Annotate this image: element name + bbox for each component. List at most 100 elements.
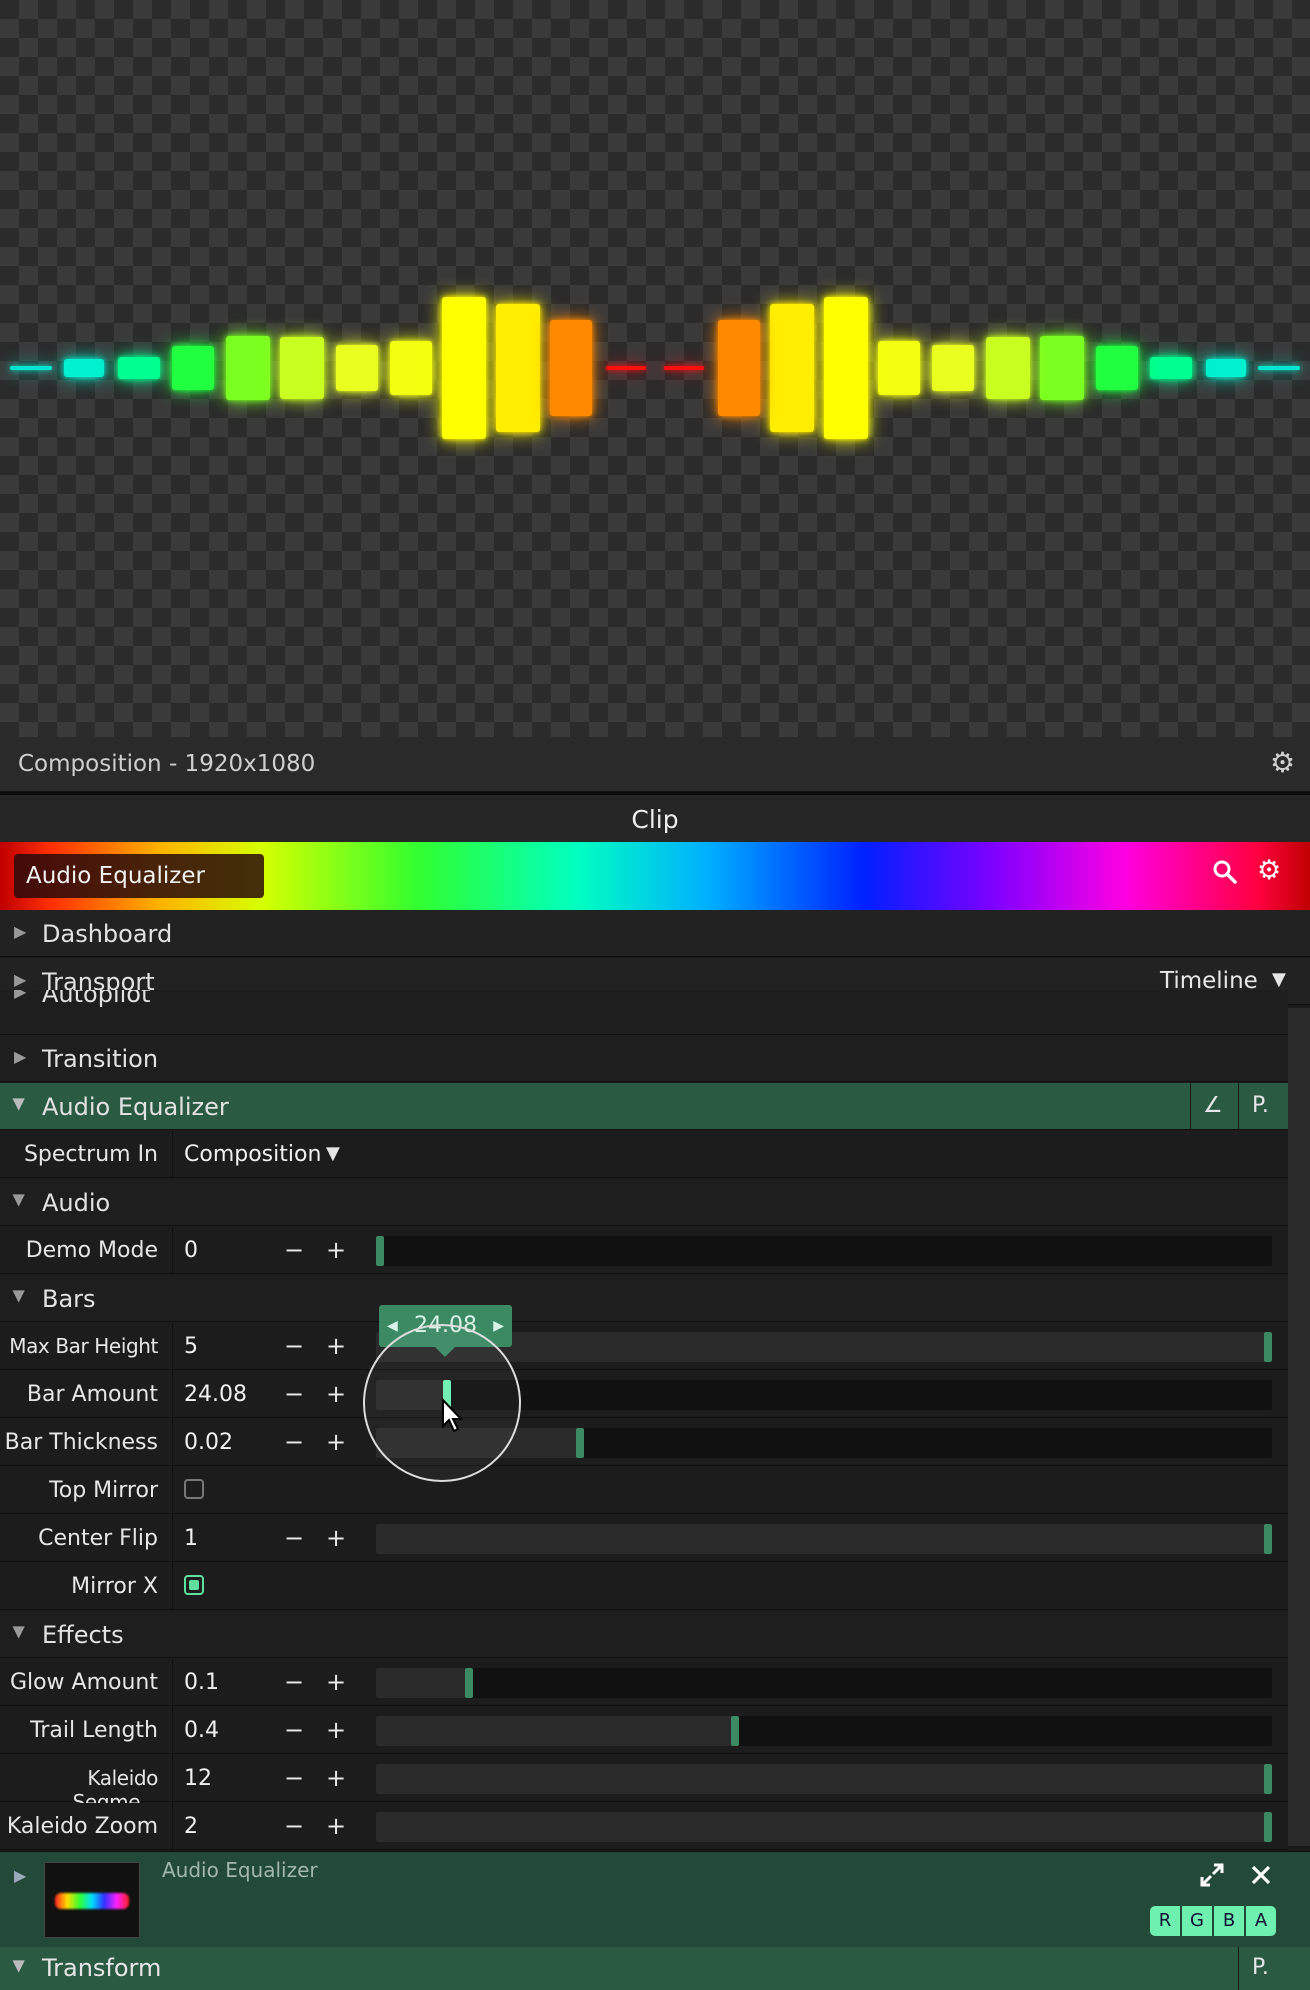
param-demo-mode: Demo Mode 0 − + [0,1227,1288,1274]
param-label: Bar Thickness [4,1430,158,1455]
expand-arrow-icon: ▶ [14,970,27,989]
param-slider[interactable] [376,1764,1272,1794]
clip-name-field[interactable]: Audio Equalizer [14,854,264,898]
decrement-button[interactable]: − [284,1668,304,1696]
spectrum-in-dropdown[interactable]: Composition [184,1142,321,1167]
param-value-input[interactable]: 0.4 [184,1718,219,1743]
search-icon[interactable] [1212,859,1238,892]
decrement-button[interactable]: − [284,1524,304,1552]
equalizer-bar [664,366,704,370]
section-dashboard[interactable]: ▶ Dashboard [0,910,1310,957]
slider-handle[interactable] [1264,1812,1272,1842]
param-value-input[interactable]: 5 [184,1334,198,1359]
composition-header: Composition - 1920x1080 ⚙ [0,737,1310,792]
param-value-input[interactable]: 0.1 [184,1670,219,1695]
increment-button[interactable]: + [326,1236,346,1264]
group-audio[interactable]: ▶ Audio [0,1179,1288,1226]
param-label: Max Bar Height [9,1334,158,1358]
decrement-button[interactable]: − [284,1332,304,1360]
decrement-button[interactable]: − [284,1812,304,1840]
param-slider[interactable] [376,1716,1272,1746]
composition-preview [0,0,1310,737]
separator [172,1371,173,1417]
param-label: Bar Amount [26,1382,158,1407]
decrement-button[interactable]: − [284,1380,304,1408]
param-slider[interactable] [376,1524,1272,1554]
increment-button[interactable]: + [326,1716,346,1744]
increment-button[interactable]: + [326,1812,346,1840]
chevron-down-icon[interactable]: ▼ [1272,969,1286,990]
slider-handle[interactable] [1264,1764,1272,1794]
increment-button[interactable]: + [326,1668,346,1696]
decrement-button[interactable]: − [284,1236,304,1264]
section-label: Autopilot [42,990,151,1008]
slider-handle[interactable] [376,1236,384,1266]
param-label: Kaleido Zoom [6,1814,158,1839]
clip-title: Clip [631,805,679,834]
separator [172,1707,173,1753]
preset-button[interactable]: P. [1252,1955,1269,1980]
chevron-down-icon[interactable]: ▼ [326,1143,340,1164]
equalizer-bar [496,304,540,432]
channel-r-toggle[interactable]: R [1150,1906,1180,1936]
expand-icon[interactable] [1199,1862,1225,1892]
param-trail-length: Trail Length 0.4 − + [0,1707,1288,1754]
slider-handle[interactable] [465,1668,473,1698]
equalizer-bar [64,359,104,377]
slider-handle[interactable] [1264,1524,1272,1554]
param-slider[interactable] [376,1668,1272,1698]
param-value-input[interactable]: 2 [184,1814,198,1839]
top-mirror-checkbox[interactable] [184,1479,204,1499]
decrement-button[interactable]: − [284,1716,304,1744]
increment-button[interactable]: + [326,1428,346,1456]
separator [172,1467,173,1513]
param-value-input[interactable]: 1 [184,1526,198,1551]
close-icon[interactable] [1248,1862,1274,1892]
param-value-input[interactable]: 12 [184,1766,212,1791]
equalizer-bar [390,341,432,395]
increment-button[interactable]: + [326,1764,346,1792]
section-transform[interactable]: ▶ Transform P. [0,1947,1310,1990]
param-label: Glow Amount [9,1670,158,1695]
param-spectrum-in: Spectrum In Composition ▼ [0,1131,1288,1178]
group-label: Effects [42,1621,124,1649]
param-value-input[interactable]: 0 [184,1238,198,1263]
layer-name: Audio Equalizer [162,1858,318,1882]
mirror-x-checkbox[interactable] [184,1575,204,1595]
group-bars[interactable]: ▶ Bars [0,1275,1288,1322]
param-slider[interactable] [376,1812,1272,1842]
section-transition[interactable]: ▶ Transition [0,1035,1288,1082]
edit-icon[interactable]: ∠ [1203,1093,1223,1118]
gear-icon[interactable]: ⚙ [1257,855,1281,886]
equalizer-bar [550,320,592,416]
param-kaleido-zoom: Kaleido Zoom 2 − + [0,1803,1288,1850]
slider-handle[interactable] [1264,1332,1272,1362]
channel-b-toggle[interactable]: B [1214,1906,1244,1936]
param-slider[interactable] [376,1236,1272,1266]
param-value-input[interactable]: 24.08 [184,1382,247,1407]
param-value-input[interactable]: 0.02 [184,1430,233,1455]
decrement-button[interactable]: − [284,1764,304,1792]
increment-button[interactable]: + [326,1380,346,1408]
increment-button[interactable]: + [326,1332,346,1360]
section-autopilot[interactable]: ▶ Autopilot [0,990,1288,1035]
scrollbar[interactable] [1288,1008,1310,1846]
channel-a-toggle[interactable]: A [1246,1906,1276,1936]
slider-handle[interactable] [576,1428,584,1458]
effect-header[interactable]: ▶ Audio Equalizer ∠ P. [0,1083,1288,1130]
increment-button[interactable]: + [326,1524,346,1552]
preset-button[interactable]: P. [1252,1093,1269,1118]
separator [172,1515,173,1561]
group-effects[interactable]: ▶ Effects [0,1611,1288,1658]
layer-thumbnail[interactable] [44,1862,140,1938]
equalizer-bar [932,345,974,391]
channel-g-toggle[interactable]: G [1182,1906,1212,1936]
decrement-button[interactable]: − [284,1428,304,1456]
expand-arrow-icon[interactable]: ▶ [14,1866,26,1885]
composition-title: Composition - 1920x1080 [18,751,316,777]
equalizer-bar [226,336,270,400]
slider-handle[interactable] [731,1716,739,1746]
gear-icon[interactable]: ⚙ [1270,746,1295,779]
param-label: Demo Mode [25,1238,158,1263]
equalizer-bar [824,297,868,439]
